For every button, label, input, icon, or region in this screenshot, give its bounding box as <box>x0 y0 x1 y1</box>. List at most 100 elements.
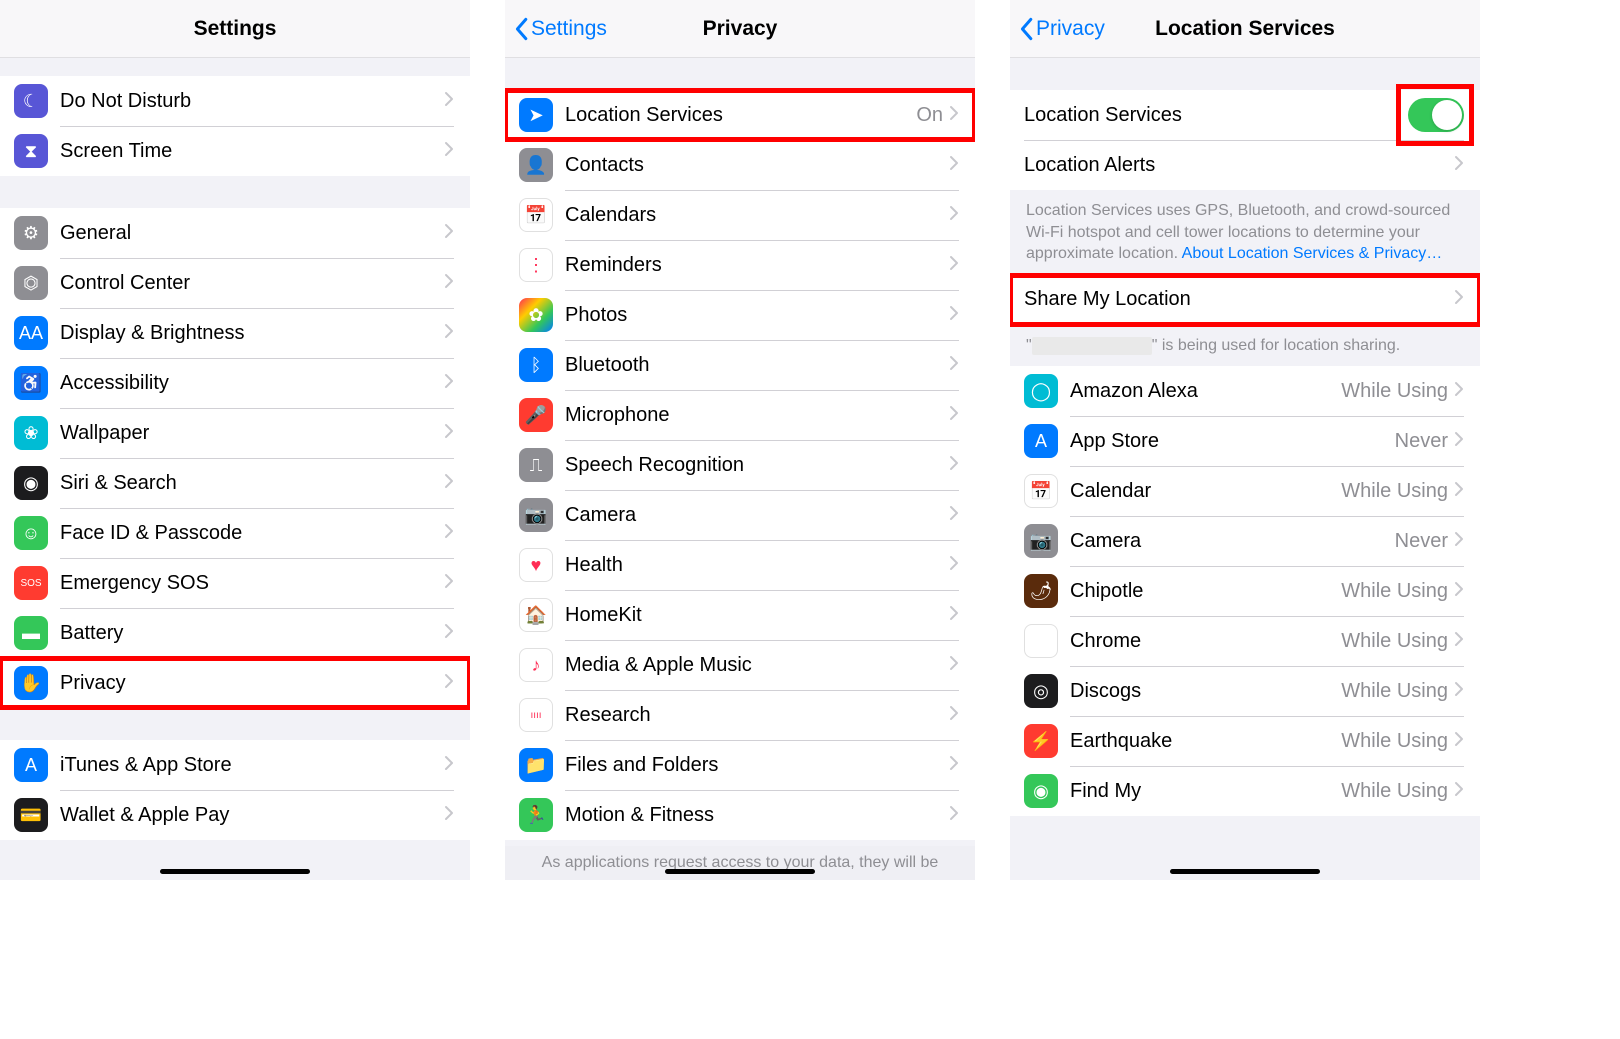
list-item[interactable]: ♪Media & Apple Music <box>505 640 975 690</box>
back-button[interactable]: Settings <box>513 17 607 41</box>
chevron-right-icon <box>949 755 959 776</box>
list-item[interactable]: ᛒBluetooth <box>505 340 975 390</box>
list-item[interactable]: ♿Accessibility <box>0 358 470 408</box>
reminders-icon: ⋮ <box>519 248 553 282</box>
list-item[interactable]: ⚡EarthquakeWhile Using <box>1010 716 1480 766</box>
list-item[interactable]: 👤Contacts <box>505 140 975 190</box>
list-item[interactable]: AiTunes & App Store <box>0 740 470 790</box>
row-detail: While Using <box>1341 680 1448 703</box>
row-label: Motion & Fitness <box>565 804 949 827</box>
list-item[interactable]: ♥Health <box>505 540 975 590</box>
bluetooth-icon: ᛒ <box>519 348 553 382</box>
row-label: Files and Folders <box>565 754 949 777</box>
chevron-right-icon <box>1454 631 1464 652</box>
chevron-right-icon <box>444 91 454 112</box>
row-label: Privacy <box>60 672 444 695</box>
list-item[interactable]: 📷CameraNever <box>1010 516 1480 566</box>
row-label: Chipotle <box>1070 580 1341 603</box>
list-item[interactable]: ⏣Control Center <box>0 258 470 308</box>
chevron-right-icon <box>949 555 959 576</box>
list-item[interactable]: 🎤 Microphone <box>505 390 975 440</box>
list-item[interactable]: ◉ChromeWhile Using <box>1010 616 1480 666</box>
list-item[interactable]: 📷Camera <box>505 490 975 540</box>
row-label: Find My <box>1070 780 1341 803</box>
microphone-icon: 🎤 <box>519 398 553 432</box>
row-label: Microphone <box>565 404 949 427</box>
list-item[interactable]: ⋮Reminders <box>505 240 975 290</box>
row-detail: While Using <box>1341 480 1448 503</box>
home-indicator[interactable] <box>1170 869 1320 874</box>
redacted-name <box>1032 337 1152 355</box>
list-item[interactable]: ııııResearch <box>505 690 975 740</box>
chevron-right-icon <box>444 323 454 344</box>
chevron-right-icon <box>949 355 959 376</box>
location-alerts-row[interactable]: Location Alerts <box>1010 140 1480 190</box>
calendar-icon: 📅 <box>1024 474 1058 508</box>
header: Privacy Location Services <box>1010 0 1480 58</box>
list-item[interactable]: 📅Calendars <box>505 190 975 240</box>
waveform-icon: ⎍ <box>519 448 553 482</box>
privacy-panel: Settings Privacy ➤Location ServicesOn👤Co… <box>505 0 975 880</box>
alexa-icon: ◯ <box>1024 374 1058 408</box>
list-item[interactable]: ◯Amazon AlexaWhile Using <box>1010 366 1480 416</box>
chevron-right-icon <box>444 141 454 162</box>
list-item[interactable]: ❀Wallpaper <box>0 408 470 458</box>
chevron-right-icon <box>1454 381 1464 402</box>
list-item[interactable]: ➤Location ServicesOn <box>505 90 975 140</box>
location-services-toggle[interactable] <box>1408 98 1464 132</box>
location-services-toggle-row[interactable]: Location Services <box>1010 90 1480 140</box>
list-item[interactable]: ◉Siri & Search <box>0 458 470 508</box>
row-label: Calendars <box>565 204 949 227</box>
chevron-right-icon <box>444 623 454 644</box>
list-item[interactable]: 🏠HomeKit <box>505 590 975 640</box>
appstore-icon: A <box>1024 424 1058 458</box>
chevron-right-icon <box>1454 531 1464 552</box>
list-item[interactable]: ▬Battery <box>0 608 470 658</box>
row-label: Chrome <box>1070 630 1341 653</box>
list-item[interactable]: ⎍Speech Recognition <box>505 440 975 490</box>
list-item[interactable]: ✿Photos <box>505 290 975 340</box>
row-label: Wallet & Apple Pay <box>60 804 444 827</box>
list-item[interactable]: ✋Privacy <box>0 658 470 708</box>
siri-icon: ◉ <box>14 466 48 500</box>
chevron-right-icon <box>444 373 454 394</box>
list-item[interactable]: SOSEmergency SOS <box>0 558 470 608</box>
home-icon: 🏠 <box>519 598 553 632</box>
chevron-right-icon <box>949 305 959 326</box>
list-item[interactable]: 🏃Motion & Fitness <box>505 790 975 840</box>
list-item[interactable]: ◎DiscogsWhile Using <box>1010 666 1480 716</box>
list-item[interactable]: ☾Do Not Disturb <box>0 76 470 126</box>
folder-icon: 📁 <box>519 748 553 782</box>
gear-icon: ⚙ <box>14 216 48 250</box>
list-item[interactable]: ☺Face ID & Passcode <box>0 508 470 558</box>
chevron-right-icon <box>444 473 454 494</box>
row-label: Screen Time <box>60 140 444 163</box>
list-item[interactable]: AApp StoreNever <box>1010 416 1480 466</box>
info-link[interactable]: About Location Services & Privacy… <box>1182 245 1443 262</box>
chevron-left-icon <box>1018 17 1034 41</box>
sos-icon: SOS <box>14 566 48 600</box>
row-label: Research <box>565 704 949 727</box>
list-item[interactable]: 📁 Files and Folders <box>505 740 975 790</box>
home-indicator[interactable] <box>665 869 815 874</box>
toggle-label: Location Services <box>1024 104 1408 127</box>
list-item[interactable]: 🌶ChipotleWhile Using <box>1010 566 1480 616</box>
list-item[interactable]: 💳Wallet & Apple Pay <box>0 790 470 840</box>
list-item[interactable]: ⚙General <box>0 208 470 258</box>
list-item[interactable]: ⧗Screen Time <box>0 126 470 176</box>
appstore-icon: A <box>14 748 48 782</box>
back-button[interactable]: Privacy <box>1018 17 1105 41</box>
chevron-right-icon <box>1454 781 1464 802</box>
chevron-right-icon <box>444 523 454 544</box>
list-item[interactable]: 📅CalendarWhile Using <box>1010 466 1480 516</box>
chevron-right-icon <box>949 455 959 476</box>
row-label: Amazon Alexa <box>1070 380 1341 403</box>
home-indicator[interactable] <box>160 869 310 874</box>
row-detail: Never <box>1395 430 1448 453</box>
share-note: "" is being used for location sharing. <box>1010 325 1480 367</box>
list-item[interactable]: AADisplay & Brightness <box>0 308 470 358</box>
list-item[interactable]: ◉Find MyWhile Using <box>1010 766 1480 816</box>
row-label: Discogs <box>1070 680 1341 703</box>
back-label: Privacy <box>1036 17 1105 41</box>
share-my-location-row[interactable]: Share My Location <box>1010 275 1480 325</box>
